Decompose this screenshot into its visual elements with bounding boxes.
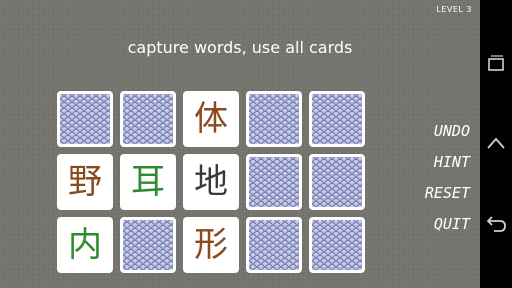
card-face[interactable]: 形 <box>183 217 239 273</box>
card-back[interactable] <box>120 91 176 147</box>
card-face[interactable]: 野 <box>57 154 113 210</box>
hint-button[interactable]: HINT <box>408 151 470 182</box>
instructions-text: capture words, use all cards <box>127 38 353 57</box>
card-back[interactable] <box>120 217 176 273</box>
card-face[interactable]: 体 <box>183 91 239 147</box>
card-back[interactable] <box>246 217 302 273</box>
card-back[interactable] <box>309 91 365 147</box>
card-face[interactable]: 地 <box>183 154 239 210</box>
game-menu: UNDO HINT RESET QUIT <box>408 120 470 244</box>
game-board: LEVEL 3 capture words, use all cards 体野耳… <box>0 0 480 288</box>
card-face[interactable]: 耳 <box>120 154 176 210</box>
card-back[interactable] <box>246 91 302 147</box>
reset-button[interactable]: RESET <box>408 182 470 213</box>
undo-button[interactable]: UNDO <box>408 120 470 151</box>
card-back[interactable] <box>246 154 302 210</box>
home-button[interactable] <box>480 128 512 160</box>
card-back[interactable] <box>57 91 113 147</box>
level-indicator: LEVEL 3 <box>436 5 472 14</box>
card-back[interactable] <box>309 217 365 273</box>
quit-button[interactable]: QUIT <box>408 213 470 244</box>
card-face[interactable]: 内 <box>57 217 113 273</box>
recents-icon <box>488 55 504 71</box>
back-button[interactable] <box>480 208 512 240</box>
recents-button[interactable] <box>480 48 512 80</box>
back-icon <box>486 216 506 232</box>
navigation-bar <box>480 0 512 288</box>
card-back[interactable] <box>309 154 365 210</box>
home-icon <box>487 137 505 149</box>
